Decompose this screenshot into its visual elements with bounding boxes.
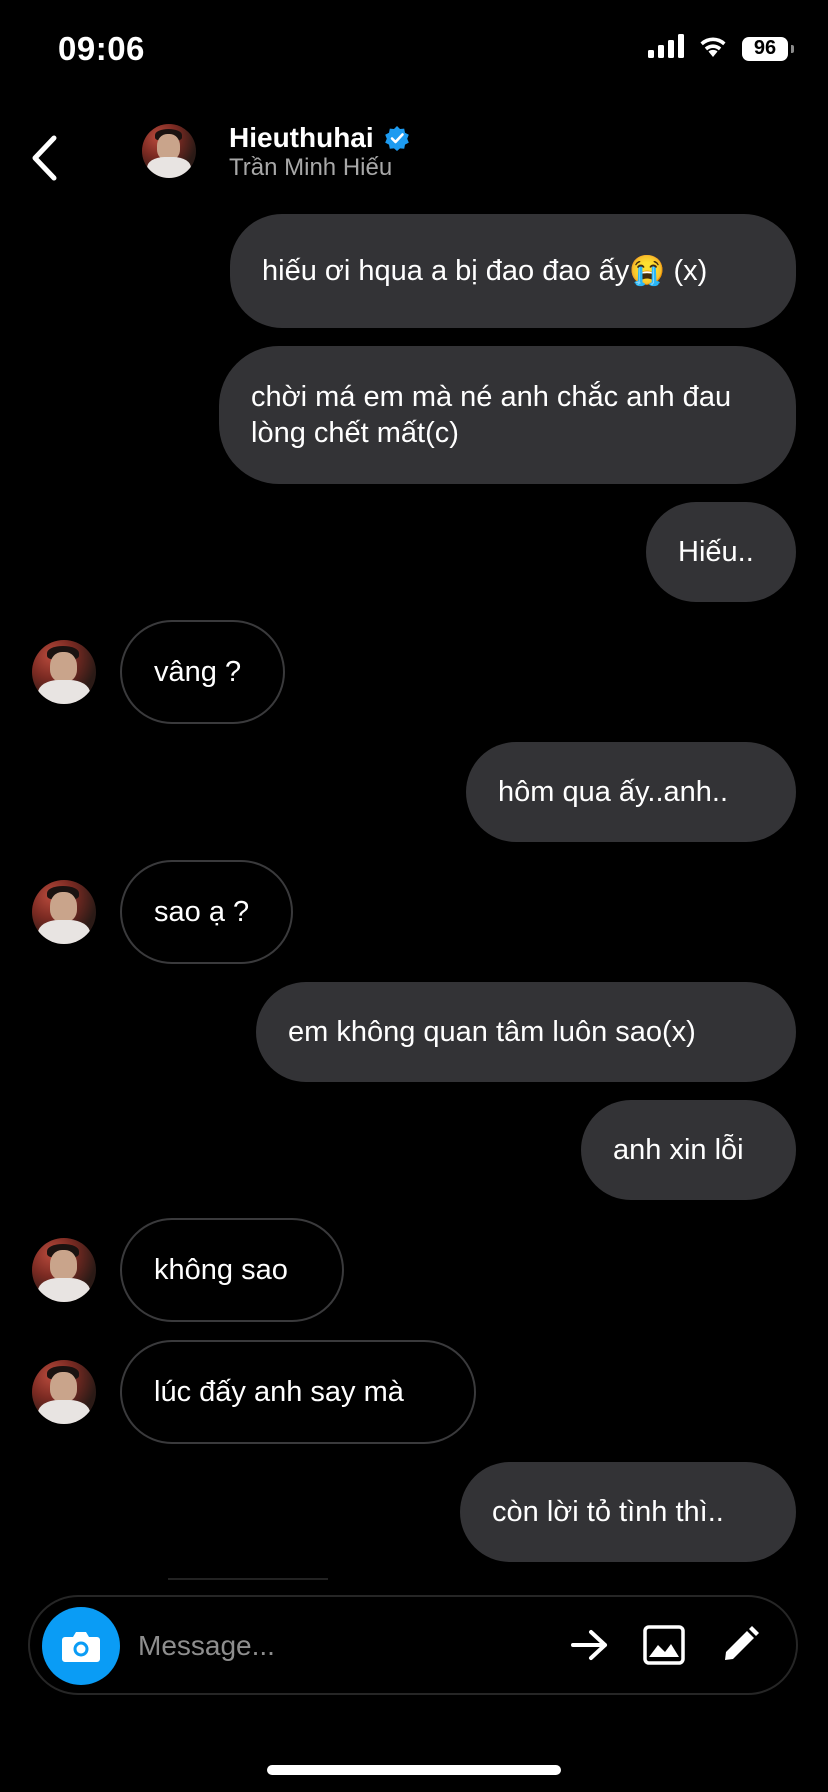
sender-avatar[interactable] (32, 1360, 96, 1424)
message-text: không sao (154, 1254, 288, 1286)
message-text: Hiếu.. (678, 536, 754, 568)
camera-icon (62, 1632, 100, 1662)
verified-badge-icon (384, 126, 409, 151)
message-bubble-outgoing[interactable]: anh xin lỗi (581, 1100, 796, 1200)
chat-header: Hieuthuhai Trần Minh Hiếu (0, 110, 828, 200)
wifi-icon (698, 34, 728, 63)
message-bubble-incoming[interactable]: lúc đấy anh say mà (120, 1340, 476, 1444)
back-button[interactable] (24, 128, 64, 188)
header-avatar[interactable] (142, 124, 196, 178)
edit-button[interactable] (712, 1617, 768, 1673)
send-arrow-icon (571, 1630, 607, 1660)
camera-button[interactable] (42, 1607, 120, 1685)
battery-level: 96 (753, 37, 777, 59)
send-button[interactable] (562, 1617, 618, 1673)
message-list: hiếu ơi hqua a bị đao đao ấy😭 (x) chời m… (0, 210, 828, 1580)
message-text: sao ạ ? (154, 896, 250, 928)
status-time: 09:06 (58, 30, 145, 67)
message-bubble-incoming[interactable]: sao ạ ? (120, 860, 293, 964)
message-bubble-outgoing[interactable]: hôm qua ấy..anh.. (466, 742, 796, 842)
message-composer (28, 1595, 798, 1695)
status-bar: 09:06 96 (0, 0, 828, 100)
message-text: em không quan tâm luôn sao(x) (288, 1016, 696, 1048)
contact-subtitle: Trần Minh Hiếu (229, 154, 393, 181)
contact-name[interactable]: Hieuthuhai (229, 122, 410, 154)
battery-icon: 96 (742, 36, 794, 61)
message-bubble-outgoing[interactable]: Hiếu.. (646, 502, 796, 602)
signal-icon (648, 34, 684, 63)
message-bubble-outgoing[interactable]: chời má em mà né anh chắc anh đau lòng c… (219, 346, 796, 484)
back-arrow-icon (32, 135, 57, 181)
home-indicator[interactable] (267, 1765, 561, 1775)
message-text: vâng ? (154, 656, 242, 688)
message-text: chời má em mà né anh chắc anh đau lòng c… (251, 381, 732, 449)
message-text: anh xin lỗi (613, 1134, 744, 1166)
message-input[interactable] (136, 1625, 470, 1667)
divider (168, 1578, 328, 1580)
message-bubble-outgoing[interactable]: em không quan tâm luôn sao(x) (256, 982, 796, 1082)
contact-name-text: Hieuthuhai (229, 122, 374, 153)
message-bubble-incoming[interactable]: vâng ? (120, 620, 285, 724)
message-text: còn lời tỏ tình thì.. (492, 1496, 724, 1528)
message-text: hiếu ơi hqua a bị đao đao ấy😭 (x) (262, 255, 708, 287)
message-bubble-outgoing[interactable]: còn lời tỏ tình thì.. (460, 1462, 796, 1562)
message-bubble-incoming[interactable]: không sao (120, 1218, 344, 1322)
sender-avatar[interactable] (32, 880, 96, 944)
sender-avatar[interactable] (32, 640, 96, 704)
gallery-icon (643, 1625, 685, 1665)
message-bubble-outgoing[interactable]: hiếu ơi hqua a bị đao đao ấy😭 (x) (230, 214, 796, 328)
gallery-button[interactable] (636, 1617, 692, 1673)
pencil-icon (725, 1626, 759, 1660)
status-icons: 96 (648, 34, 794, 63)
sender-avatar[interactable] (32, 1238, 96, 1302)
message-text: hôm qua ấy..anh.. (498, 776, 729, 808)
message-text: lúc đấy anh say mà (154, 1376, 404, 1408)
